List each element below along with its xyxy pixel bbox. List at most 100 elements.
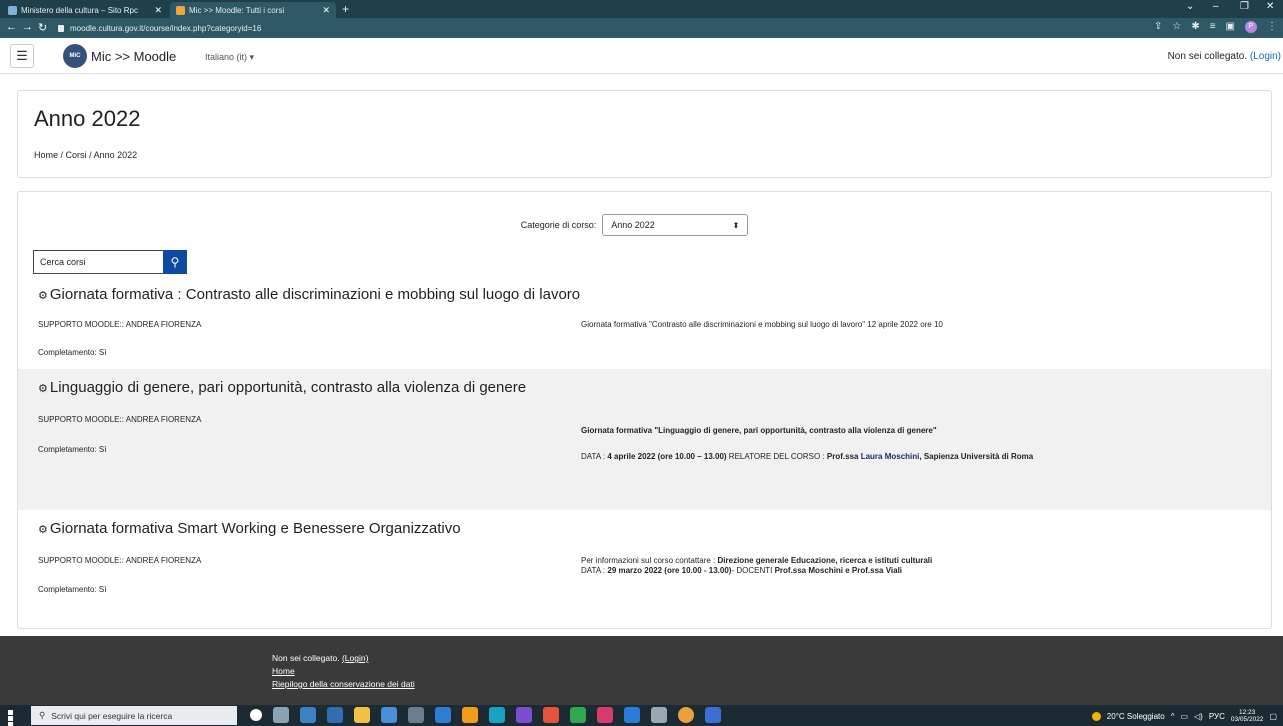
footer-login-link[interactable]: (Login) bbox=[342, 653, 368, 663]
browser-tabstrip: Ministero della cultura – Sito Rpc ✕ Mic… bbox=[0, 0, 1283, 18]
breadcrumb-courses[interactable]: Corsi bbox=[66, 150, 87, 160]
taskbar-search-placeholder: Scrivi qui per eseguire la ricerca bbox=[51, 710, 173, 721]
course-title: Giornata formativa Smart Working e Benes… bbox=[49, 520, 461, 537]
browser-tab-ministero[interactable]: Ministero della cultura – Sito Rpc ✕ bbox=[2, 2, 168, 18]
cortana-icon[interactable] bbox=[250, 709, 262, 721]
input-language[interactable]: РУС bbox=[1209, 712, 1225, 721]
chevron-up-icon[interactable]: ^ bbox=[1171, 712, 1175, 721]
taskbar-search[interactable]: ⚲ Scrivi qui per eseguire la ricerca bbox=[31, 706, 237, 725]
close-window-icon[interactable]: ✕ bbox=[1266, 1, 1274, 12]
vscode-icon[interactable] bbox=[624, 707, 640, 723]
login-link[interactable]: (Login) bbox=[1250, 51, 1281, 62]
new-tab-button[interactable]: + bbox=[342, 2, 349, 16]
app-icon[interactable] bbox=[570, 707, 586, 723]
browser-menu-icon[interactable]: ⋮ bbox=[1267, 21, 1277, 33]
outlook-icon[interactable] bbox=[435, 707, 451, 723]
footer-data-retention-link[interactable]: Riepilogo della conservazione dei dati bbox=[272, 678, 415, 691]
browser-extension-icons: ⇪ ☆ ✱ ≡ ▣ P ⋮ bbox=[1154, 21, 1277, 33]
app-icon[interactable] bbox=[408, 707, 424, 723]
edge-icon[interactable] bbox=[489, 707, 505, 723]
category-selected-value: Anno 2022 bbox=[611, 220, 655, 230]
site-brand[interactable]: Mic >> Moodle bbox=[91, 49, 176, 64]
footer-login-status: Non sei collegato. bbox=[272, 653, 342, 663]
close-tab-icon[interactable]: ✕ bbox=[322, 5, 330, 16]
search-icon: ⚲ bbox=[170, 255, 180, 269]
browser-tab-moodle[interactable]: Mic >> Moodle: Tutti i corsi ✕ bbox=[170, 2, 336, 18]
app-icon[interactable] bbox=[597, 707, 613, 723]
tab-label: Mic >> Moodle: Tutti i corsi bbox=[189, 5, 285, 15]
app-icon[interactable] bbox=[651, 707, 667, 723]
search-icon: ⚲ bbox=[39, 710, 46, 720]
office-icon[interactable] bbox=[543, 707, 559, 723]
language-selector[interactable]: Italiano (it) ▾ bbox=[205, 52, 254, 63]
summary-contact-org: Direzione generale Educazione, ricerca e… bbox=[717, 556, 933, 565]
breadcrumb-home[interactable]: Home bbox=[34, 150, 58, 160]
address-bar[interactable]: moodle.cultura.gov.it/course/index.php?c… bbox=[58, 20, 1238, 36]
summary-date: 4 aprile 2022 (ore 10.00 – 13.00) bbox=[607, 452, 727, 461]
course-summary: Giornata formativa "Contrasto alle discr… bbox=[581, 320, 943, 329]
minimize-icon[interactable]: – bbox=[1213, 1, 1219, 12]
summary-speaker-title: Prof.ssa bbox=[826, 452, 861, 461]
footer-links: Non sei collegato. (Login) Home Riepilog… bbox=[272, 652, 415, 691]
footer-home-link[interactable]: Home bbox=[272, 665, 415, 678]
share-icon[interactable]: ⇪ bbox=[1154, 21, 1162, 33]
moodle-favicon-icon bbox=[176, 5, 185, 15]
forward-icon[interactable]: → bbox=[22, 21, 33, 33]
page-header: Anno 2022 Home / Corsi / Anno 2022 bbox=[17, 90, 1272, 178]
close-tab-icon[interactable]: ✕ bbox=[154, 5, 162, 16]
summary-contact-label: Per informazioni sul corso contattare : bbox=[581, 556, 718, 565]
sidepanel-icon[interactable]: ▣ bbox=[1226, 21, 1235, 33]
tab-label: Ministero della cultura – Sito Rpc bbox=[21, 5, 138, 15]
extensions-icon[interactable]: ✱ bbox=[1191, 21, 1199, 33]
search-input[interactable]: Cerca corsi bbox=[33, 250, 163, 274]
lock-icon bbox=[58, 24, 64, 32]
maximize-icon[interactable]: ❐ bbox=[1240, 1, 1249, 12]
course-title-link[interactable]: ⚙ Giornata formativa Smart Working e Bene… bbox=[38, 520, 461, 537]
weather-text[interactable]: 20°C Soleggiato bbox=[1107, 712, 1165, 721]
store-icon[interactable] bbox=[327, 707, 343, 723]
summary-date-label: DATA : bbox=[581, 452, 608, 461]
profile-avatar[interactable]: P bbox=[1245, 21, 1257, 33]
category-select[interactable]: Anno 2022 ⬍ bbox=[602, 214, 749, 236]
course-item: ⚙ Giornata formativa : Contrasto alle dis… bbox=[18, 278, 1271, 358]
clock[interactable]: 12:23 03/05/2022 bbox=[1231, 709, 1264, 723]
mail-icon[interactable] bbox=[300, 707, 316, 723]
browser-toolbar: ← → ↻ moodle.cultura.gov.it/course/index… bbox=[0, 18, 1283, 38]
notifications-icon[interactable]: ▢ bbox=[1269, 712, 1277, 721]
course-completion: Completamento: Sì bbox=[38, 585, 107, 594]
windows-start-icon[interactable] bbox=[8, 710, 19, 726]
summary-date: 29 marzo 2022 (ore 10.00 - 13.00) bbox=[607, 566, 732, 575]
volume-icon[interactable]: ◁) bbox=[1194, 712, 1203, 721]
chrome-icon[interactable] bbox=[678, 707, 694, 723]
course-category-panel: Categorie di corso: Anno 2022 ⬍ Cerca co… bbox=[17, 191, 1272, 629]
network-icon[interactable]: ▭ bbox=[1180, 712, 1188, 721]
taskbar-apps bbox=[250, 707, 721, 723]
course-contact[interactable]: SUPPORTO MOODLE:: ANDREA FIORENZA bbox=[38, 320, 201, 329]
course-item: ⚙ Giornata formativa Smart Working e Bene… bbox=[18, 510, 1271, 620]
app-icon[interactable] bbox=[462, 707, 478, 723]
reading-list-icon[interactable]: ≡ bbox=[1210, 21, 1216, 33]
file-explorer-icon[interactable] bbox=[354, 707, 370, 723]
course-contact[interactable]: SUPPORTO MOODLE:: ANDREA FIORENZA bbox=[38, 556, 201, 565]
menu-hamburger-icon[interactable]: ☰ bbox=[10, 44, 34, 68]
app-icon[interactable] bbox=[705, 707, 721, 723]
task-view-icon[interactable] bbox=[273, 707, 289, 723]
summary-speaker-affiliation: , Sapienza Università di Roma bbox=[919, 452, 1034, 461]
app-icon[interactable] bbox=[516, 707, 532, 723]
page-title: Anno 2022 bbox=[34, 106, 141, 131]
bookmark-star-icon[interactable]: ☆ bbox=[1172, 21, 1181, 33]
back-icon[interactable]: ← bbox=[6, 21, 17, 33]
course-completion: Completamento: Sì bbox=[38, 445, 107, 454]
course-title-link[interactable]: ⚙ Linguaggio di genere, pari opportunità,… bbox=[38, 379, 526, 396]
course-summary: Per informazioni sul corso contattare : … bbox=[581, 556, 932, 565]
system-tray: 20°C Soleggiato ^ ▭ ◁) РУС 12:23 03/05/20… bbox=[1091, 709, 1277, 723]
mic-logo[interactable]: MiC bbox=[63, 44, 87, 68]
search-button[interactable]: ⚲ bbox=[163, 250, 187, 274]
course-contact[interactable]: SUPPORTO MOODLE:: ANDREA FIORENZA bbox=[38, 415, 201, 424]
course-icon: ⚙ bbox=[38, 524, 48, 536]
weather-sun-icon bbox=[1091, 711, 1101, 721]
tab-search-chevron-icon[interactable]: ⌄ bbox=[1186, 1, 1194, 12]
course-title-link[interactable]: ⚙ Giornata formativa : Contrasto alle dis… bbox=[38, 286, 580, 303]
teams-icon[interactable] bbox=[381, 707, 397, 723]
reload-icon[interactable]: ↻ bbox=[38, 21, 47, 34]
